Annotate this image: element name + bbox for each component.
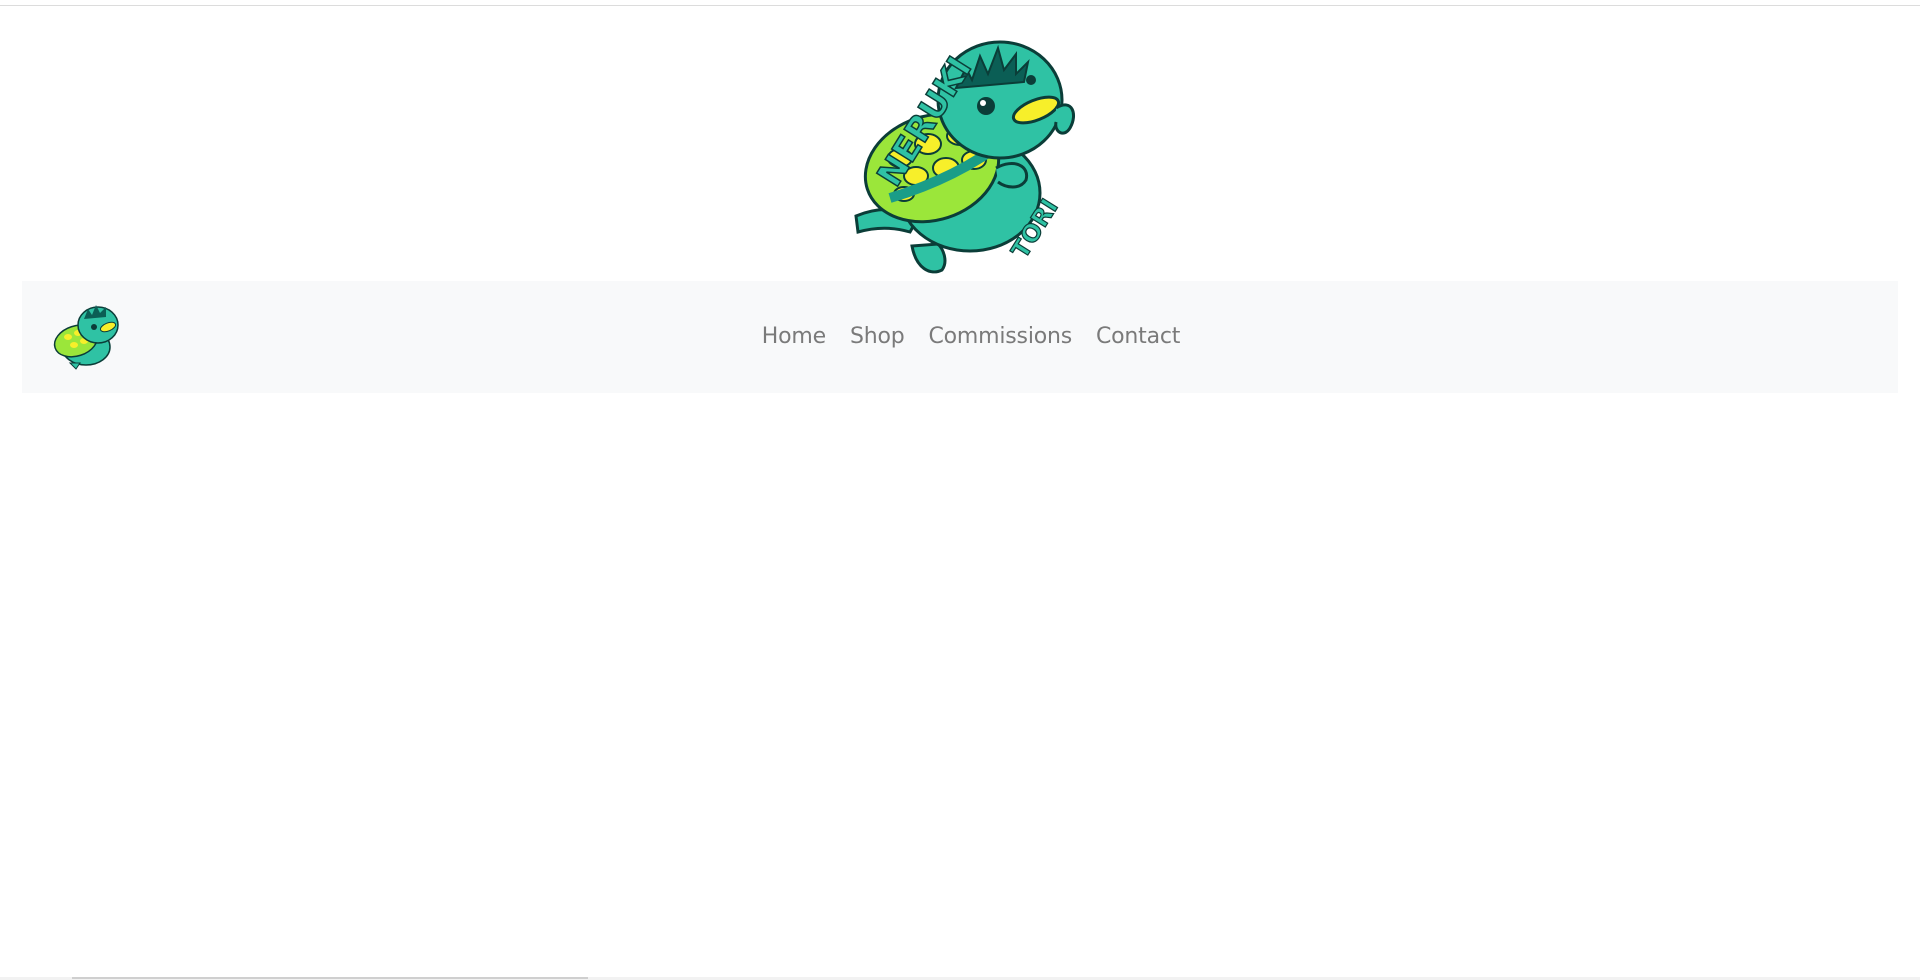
nav-link-home[interactable]: Home [762,326,826,348]
nav-link-contact[interactable]: Contact [1096,326,1180,348]
horizontal-scrollbar-thumb[interactable] [72,977,588,979]
nav-links: Home Shop Commissions Contact [22,281,1898,393]
nav-link-shop[interactable]: Shop [850,326,905,348]
top-divider [0,5,1920,6]
hero-logo: NERUKI TORI [820,18,1100,280]
turtle-mascot-icon: NERUKI TORI [854,40,1075,274]
page: NERUKI TORI Home Shop Commissions Contac… [0,0,1920,980]
navbar: Home Shop Commissions Contact [22,281,1898,393]
nav-link-commissions[interactable]: Commissions [929,326,1073,348]
